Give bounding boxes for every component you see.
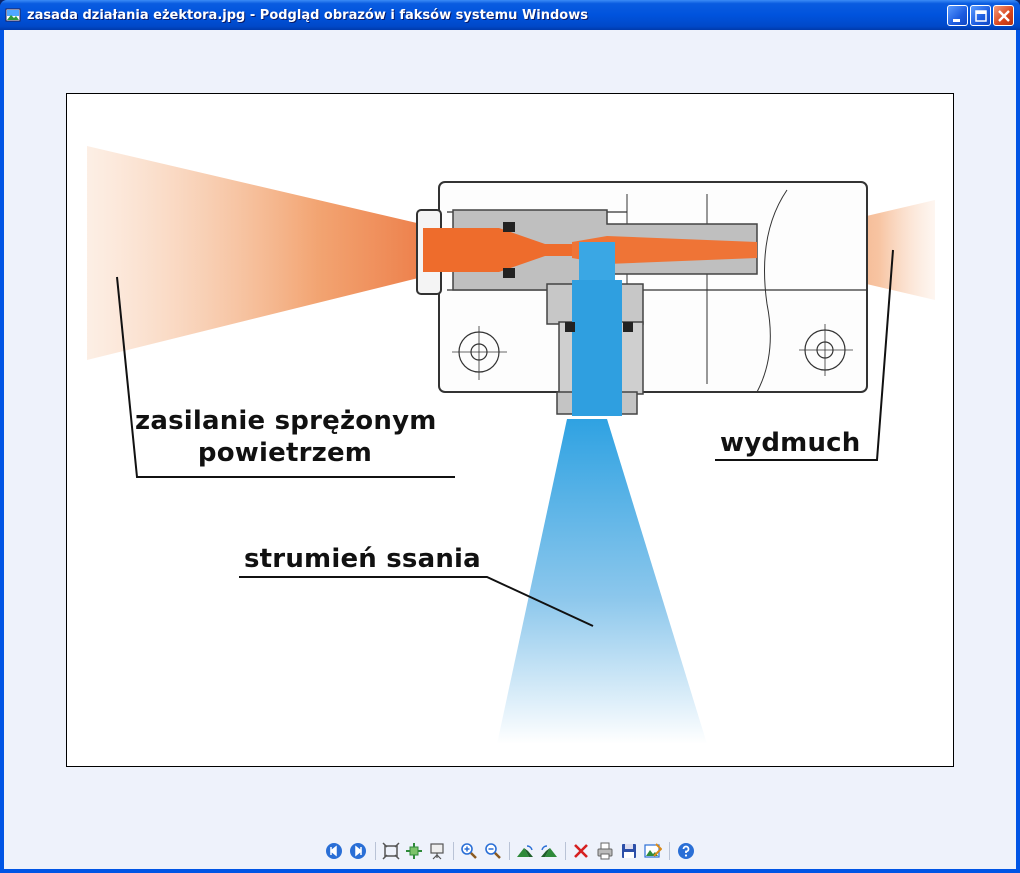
suction-stream-cone [497, 419, 707, 744]
label-supply-line1: zasilanie sprężonym [135, 406, 437, 436]
open-for-editing-icon[interactable] [644, 842, 662, 860]
title-bar[interactable]: zasada działania eżektora.jpg - Podgląd … [0, 0, 1020, 30]
label-suction: strumień ssania [244, 544, 481, 574]
actual-size-icon[interactable] [405, 842, 423, 860]
toolbar-separator [375, 842, 376, 860]
displayed-image: zasilanie sprężonym powietrzem wydmuch s… [66, 93, 954, 767]
toolbar-separator [453, 842, 454, 860]
zoom-out-icon[interactable] [484, 842, 502, 860]
print-icon[interactable] [596, 842, 614, 860]
rotate-counterclockwise-icon[interactable] [540, 842, 558, 860]
slideshow-icon[interactable] [428, 842, 446, 860]
help-icon[interactable] [677, 842, 695, 860]
toolbar-separator [509, 842, 510, 860]
label-supply-line2: powietrzem [197, 438, 373, 468]
viewer-toolbar [4, 836, 1016, 866]
image-viewer-window: zasada działania eżektora.jpg - Podgląd … [0, 0, 1020, 873]
best-fit-icon[interactable] [382, 842, 400, 860]
delete-icon[interactable] [572, 842, 590, 860]
toolbar-separator [669, 842, 670, 860]
copy-to-icon[interactable] [620, 842, 638, 860]
minimize-icon [953, 19, 960, 22]
zoom-in-icon[interactable] [460, 842, 478, 860]
next-image-icon[interactable] [349, 842, 367, 860]
minimize-button[interactable] [947, 5, 968, 26]
viewer-area: zasilanie sprężonym powietrzem wydmuch s… [4, 30, 1016, 869]
label-exhaust: wydmuch [720, 428, 861, 458]
previous-image-icon[interactable] [325, 842, 343, 860]
window-title: zasada działania eżektora.jpg - Podgląd … [27, 8, 588, 23]
app-icon [5, 8, 21, 22]
toolbar-separator [565, 842, 566, 860]
maximize-icon [975, 10, 987, 22]
rotate-clockwise-icon[interactable] [516, 842, 534, 860]
close-icon [998, 10, 1010, 22]
maximize-button[interactable] [970, 5, 991, 26]
close-button[interactable] [993, 5, 1014, 26]
